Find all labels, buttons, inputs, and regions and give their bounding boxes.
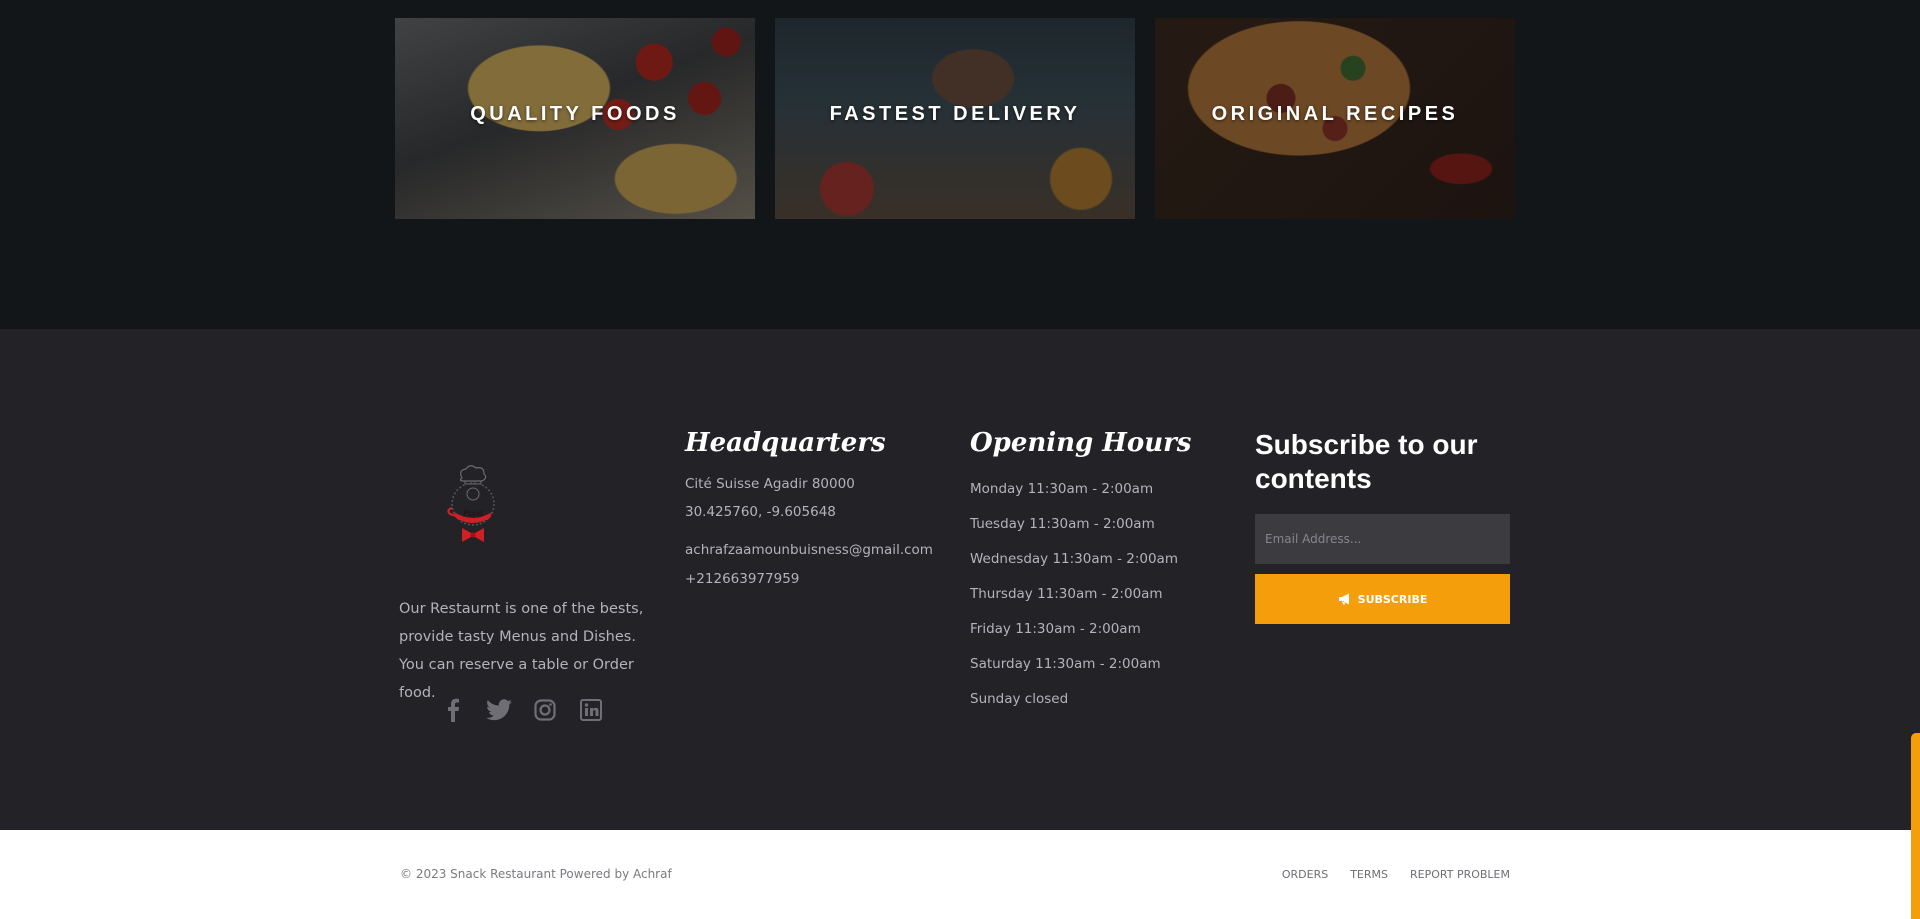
copyright-text: © 2023 Snack Restaurant Powered by Achra…	[400, 867, 672, 881]
terms-link[interactable]: TERMS	[1350, 868, 1388, 881]
address-text: Cité Suisse Agadir 80000 30.425760, -9.6…	[685, 476, 855, 520]
about-text: Our Restaurnt is one of the bests, provi…	[399, 601, 644, 701]
feature-title: QUALITY FOODS	[470, 103, 680, 125]
subscribe-button-label: SUBSCRIBE	[1357, 592, 1428, 606]
restaurant-logo[interactable]: Food	[444, 464, 502, 546]
opening-hours-heading: Opening Hours	[970, 428, 1192, 458]
instagram-icon[interactable]	[531, 696, 559, 724]
hours-item-thursday: Thursday 11:30am - 2:00am	[970, 586, 1163, 602]
phone-text: +212663977959	[685, 571, 800, 587]
email-address-input[interactable]	[1255, 514, 1510, 564]
feature-title: ORIGINAL RECIPES	[1211, 103, 1459, 125]
hours-item-saturday: Saturday 11:30am - 2:00am	[970, 656, 1161, 672]
hours-item-friday: Friday 11:30am - 2:00am	[970, 621, 1141, 637]
features-section: QUALITY FOODS FASTEST DELIVERY ORIGINAL …	[0, 0, 1920, 329]
footer-nav: ORDERS TERMS REPORT PROBLEM	[1282, 868, 1510, 881]
feature-card-fastest-delivery: FASTEST DELIVERY	[775, 18, 1135, 219]
report-problem-link[interactable]: REPORT PROBLEM	[1410, 868, 1510, 881]
footer-main: Food Our Restaurnt is one of the bests, …	[0, 329, 1920, 830]
subscribe-button[interactable]: SUBSCRIBE	[1255, 574, 1510, 624]
hours-item-tuesday: Tuesday 11:30am - 2:00am	[970, 516, 1155, 532]
megaphone-icon	[1338, 593, 1349, 605]
feature-card-original-recipes: ORIGINAL RECIPES	[1155, 18, 1515, 219]
email-link[interactable]: achrafzaamounbuisness@gmail.com	[685, 542, 933, 558]
hours-list: Monday 11:30am - 2:00am Tuesday 11:30am …	[970, 472, 1178, 717]
feature-card-quality-foods: QUALITY FOODS	[395, 18, 755, 219]
orders-link[interactable]: ORDERS	[1282, 868, 1328, 881]
subscribe-heading: Subscribe to our contents	[1255, 429, 1478, 494]
hours-item-wednesday: Wednesday 11:30am - 2:00am	[970, 551, 1178, 567]
facebook-icon[interactable]	[439, 696, 467, 724]
twitter-icon[interactable]	[485, 696, 513, 724]
hours-item-monday: Monday 11:30am - 2:00am	[970, 481, 1154, 497]
logo-food-text: Food	[462, 509, 483, 518]
hours-item-sunday: Sunday closed	[970, 691, 1069, 707]
feature-title: FASTEST DELIVERY	[829, 103, 1081, 125]
bottom-bar: © 2023 Snack Restaurant Powered by Achra…	[0, 830, 1920, 919]
linkedin-icon[interactable]	[577, 696, 605, 724]
scroll-progress-indicator[interactable]	[1911, 733, 1920, 919]
headquarters-heading: Headquarters	[685, 428, 886, 458]
social-links	[439, 696, 605, 724]
